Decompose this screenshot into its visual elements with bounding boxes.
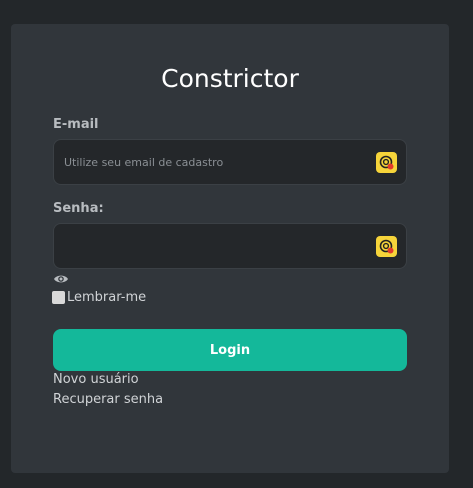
email-field-container (53, 139, 407, 185)
email-field[interactable] (64, 140, 364, 184)
remember-checkbox[interactable] (52, 291, 65, 304)
login-button[interactable]: Login (53, 329, 407, 371)
remember-label: Lembrar-me (67, 290, 147, 305)
page-title: Constrictor (161, 64, 299, 93)
login-card: Constrictor E-mail Senha: (11, 24, 449, 473)
recover-password-link[interactable]: Recuperar senha (53, 392, 163, 407)
password-field[interactable] (64, 224, 364, 268)
password-manager-icon[interactable] (376, 236, 397, 257)
eye-icon[interactable] (53, 271, 69, 285)
new-user-link[interactable]: Novo usuário (53, 372, 139, 387)
remember-me[interactable]: Lembrar-me (52, 290, 146, 305)
password-label: Senha: (53, 201, 104, 216)
password-manager-icon[interactable] (376, 152, 397, 173)
email-label: E-mail (53, 117, 99, 132)
password-field-container (53, 223, 407, 269)
